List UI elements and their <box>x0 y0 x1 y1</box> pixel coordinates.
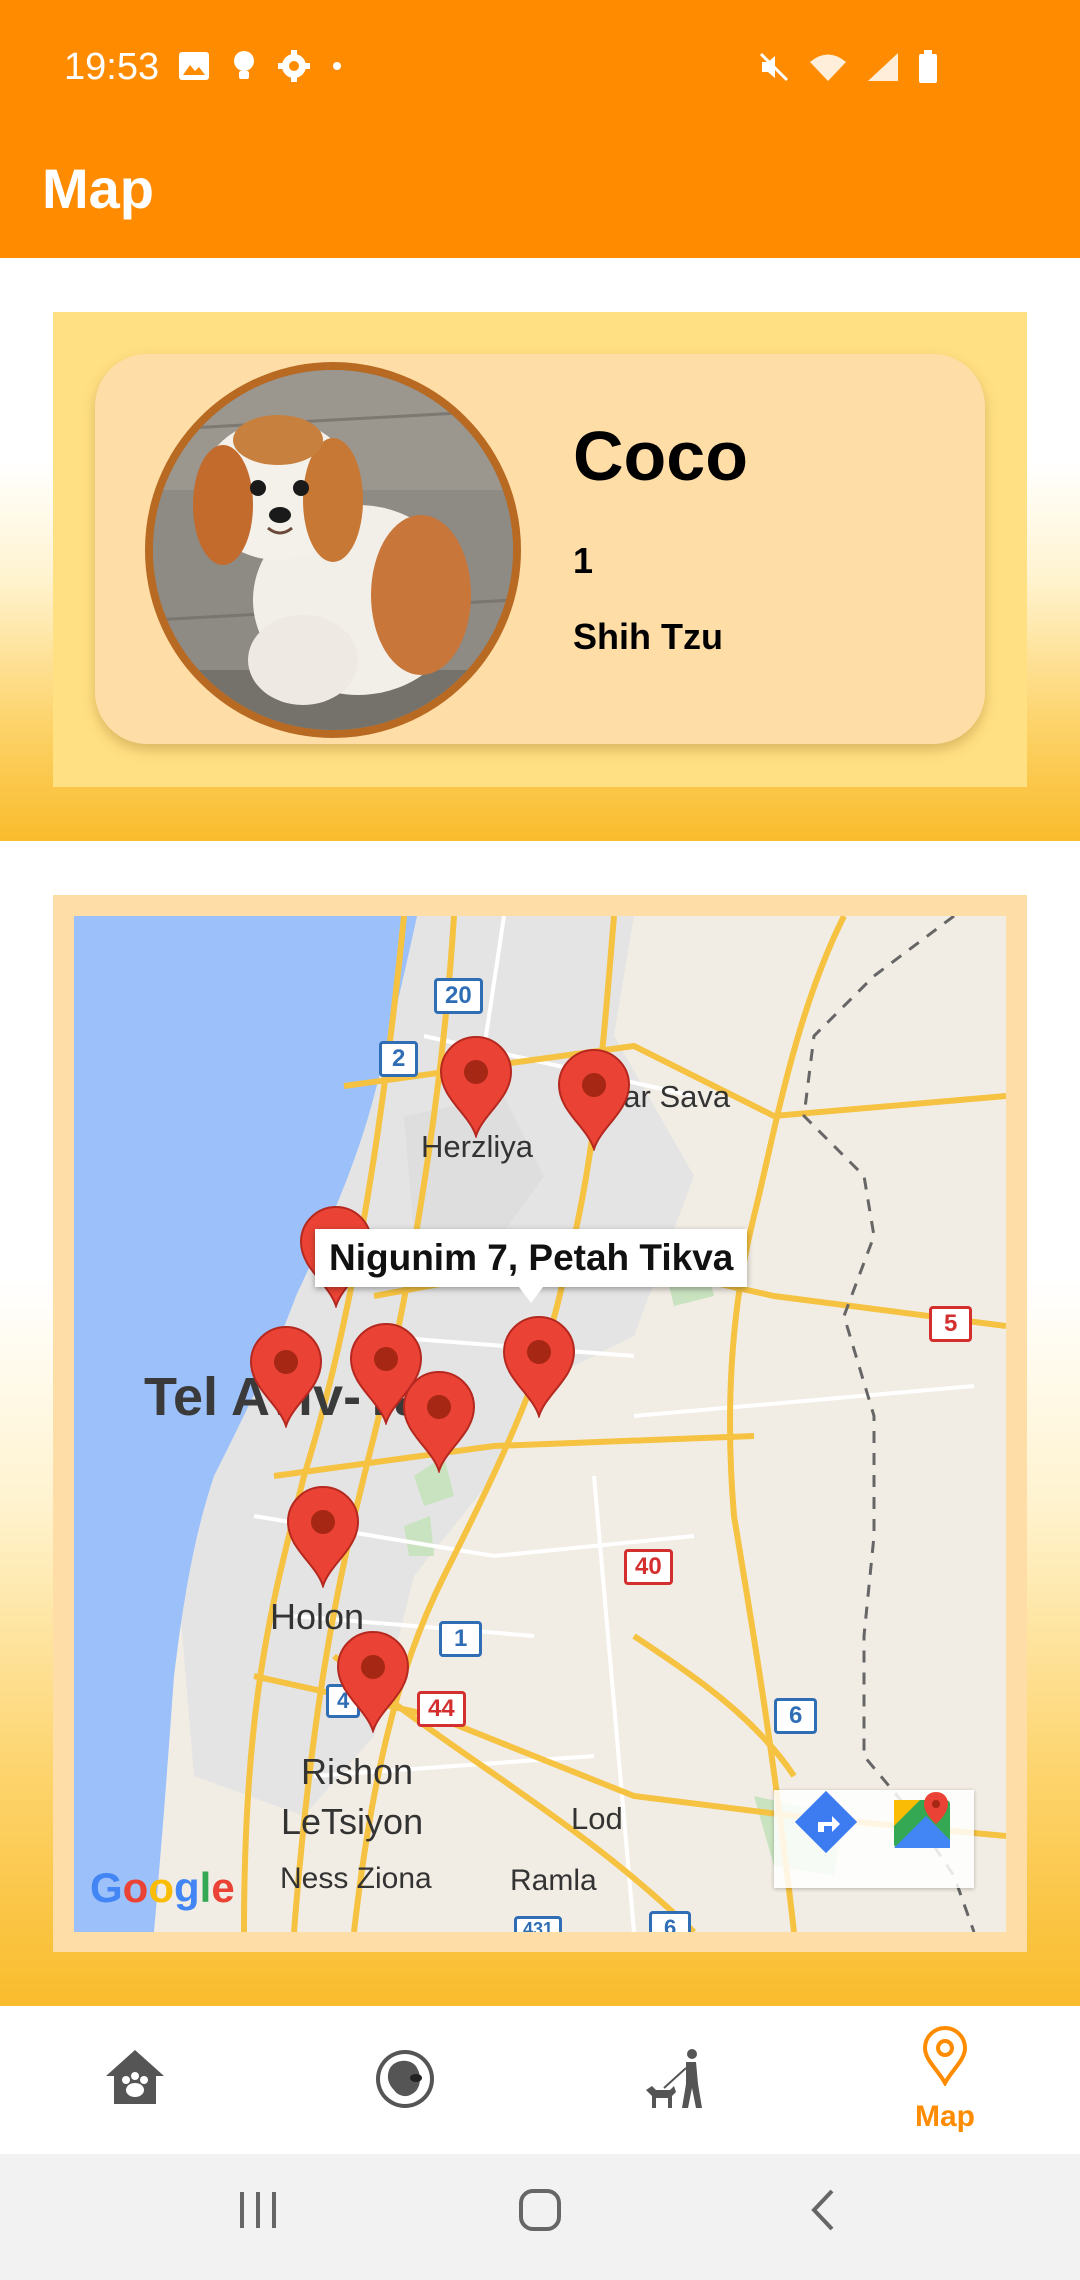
route-shield-1: 1 <box>439 1621 483 1657</box>
system-navigation-bar <box>0 2154 1080 2280</box>
map-marker[interactable] <box>286 1486 360 1588</box>
route-shield-5: 5 <box>929 1306 973 1342</box>
dot-icon <box>333 62 341 70</box>
route-shield-2: 2 <box>379 1041 419 1077</box>
dog-avatar <box>145 362 521 738</box>
status-icons-right <box>758 50 938 84</box>
app-bar: Map <box>0 138 1080 258</box>
city-label-lod: Lod <box>571 1801 623 1836</box>
nav-home[interactable] <box>0 2006 270 2154</box>
map-marker[interactable] <box>249 1326 323 1428</box>
route-shield-44: 44 <box>417 1691 466 1727</box>
route-shield-6-south: 6 <box>649 1911 692 1932</box>
recents-icon[interactable] <box>236 2188 280 2232</box>
nav-dog-profile[interactable] <box>270 2006 540 2154</box>
map-frame: 20 2 5 40 1 44 6 4 6 431 Tel Aviv-Yafo H… <box>53 895 1027 1952</box>
dog-age: 1 <box>573 540 594 581</box>
dog-walk-icon <box>646 2049 702 2108</box>
city-label-rishon: Rishon <box>301 1751 414 1792</box>
map-toolbar <box>774 1790 974 1888</box>
wifi-icon <box>810 54 846 81</box>
status-icons-left <box>178 50 342 82</box>
city-label-ness-ziona: Ness Ziona <box>280 1862 432 1895</box>
map-marker[interactable] <box>502 1316 576 1418</box>
bottom-navigation: Map <box>0 2006 1080 2154</box>
city-label-ramla: Ramla <box>510 1864 597 1897</box>
map-pin-icon <box>922 2026 968 2086</box>
map-marker[interactable] <box>557 1049 631 1151</box>
route-shield-431: 431 <box>514 1916 563 1932</box>
home-paw-icon <box>106 2050 164 2104</box>
nav-dog-walk[interactable] <box>540 2006 810 2154</box>
google-map[interactable]: 20 2 5 40 1 44 6 4 6 431 Tel Aviv-Yafo H… <box>74 916 1006 1932</box>
dog-photo <box>153 370 513 730</box>
back-icon[interactable] <box>802 2188 846 2232</box>
map-marker[interactable] <box>402 1371 476 1473</box>
settings-icon <box>278 50 310 82</box>
dog-profile-panel: Coco 1 Shih Tzu <box>53 312 1027 787</box>
mute-icon <box>759 52 789 82</box>
battery-icon <box>919 50 937 83</box>
route-shield-20: 20 <box>434 978 483 1014</box>
gallery-icon <box>179 52 209 80</box>
google-maps-icon[interactable] <box>890 1790 954 1854</box>
bulb-icon <box>234 51 254 79</box>
marker-info-window[interactable]: Nigunim 7, Petah Tikva <box>315 1229 748 1303</box>
dog-profile-card[interactable]: Coco 1 Shih Tzu <box>95 354 985 744</box>
map-marker[interactable] <box>336 1631 410 1733</box>
city-label-letsiyon: LeTsiyon <box>281 1801 424 1842</box>
status-bar: 19:53 <box>0 0 1080 138</box>
dog-breed: Shih Tzu <box>573 616 723 657</box>
google-logo: Google <box>90 1864 235 1911</box>
status-time: 19:53 <box>64 46 160 88</box>
page-title: Map <box>42 157 154 220</box>
route-shield-6: 6 <box>774 1698 818 1734</box>
map-marker[interactable] <box>439 1036 513 1138</box>
dog-avatar-icon <box>376 2050 434 2108</box>
dog-name: Coco <box>573 417 748 495</box>
nav-map[interactable]: Map <box>810 2006 1080 2154</box>
nav-map-label: Map <box>915 2100 975 2133</box>
home-icon[interactable] <box>518 2188 562 2232</box>
signal-icon <box>868 53 898 81</box>
directions-icon[interactable] <box>794 1790 858 1854</box>
route-shield-40: 40 <box>624 1549 673 1585</box>
